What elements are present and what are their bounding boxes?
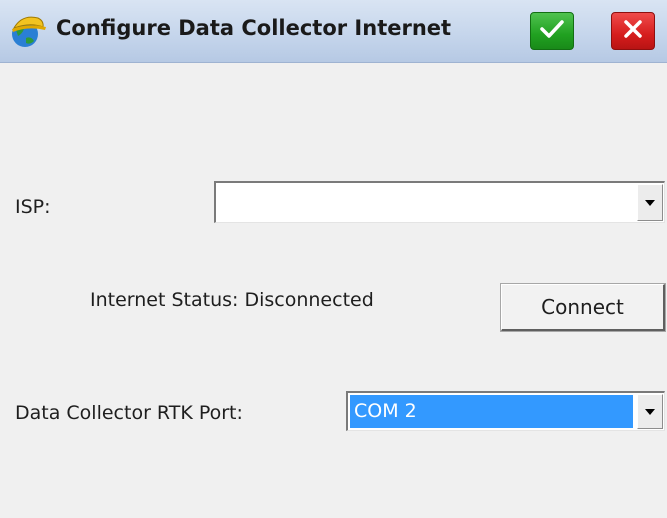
internet-status-text: Internet Status: Disconnected bbox=[90, 289, 374, 311]
chevron-down-icon bbox=[645, 408, 655, 415]
isp-value bbox=[218, 185, 222, 220]
rtk-port-dropdown[interactable]: COM 2 bbox=[346, 391, 665, 431]
isp-dropdown[interactable] bbox=[214, 181, 665, 223]
close-x-icon bbox=[623, 19, 643, 43]
title-bar: Configure Data Collector Internet bbox=[0, 0, 667, 63]
isp-label: ISP: bbox=[15, 196, 51, 218]
rtk-port-label: Data Collector RTK Port: bbox=[15, 402, 243, 424]
rtk-port-dropdown-arrow[interactable] bbox=[637, 394, 663, 429]
surveyor-hardhat-globe-icon bbox=[8, 12, 48, 50]
rtk-port-value: COM 2 bbox=[350, 395, 633, 428]
isp-dropdown-arrow[interactable] bbox=[637, 184, 663, 221]
cancel-button[interactable] bbox=[611, 12, 655, 50]
ok-button[interactable] bbox=[530, 12, 574, 50]
chevron-down-icon bbox=[645, 199, 655, 206]
checkmark-icon bbox=[539, 18, 565, 44]
connect-button[interactable]: Connect bbox=[500, 283, 666, 332]
window-title: Configure Data Collector Internet bbox=[56, 16, 452, 40]
